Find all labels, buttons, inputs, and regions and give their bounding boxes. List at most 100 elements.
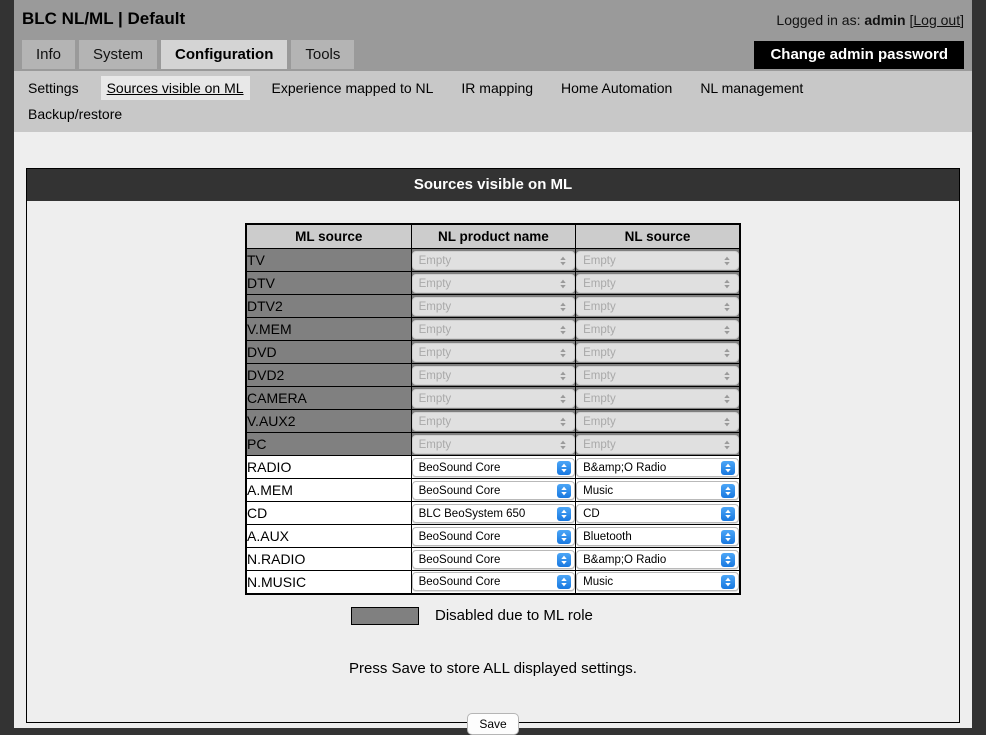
table-row: CD BLC BeoSystem 650 CD bbox=[245, 501, 741, 525]
subtab-nl-management[interactable]: NL management bbox=[694, 76, 809, 100]
save-button-wrap: Save bbox=[27, 712, 959, 735]
table-row: A.AUX BeoSound Core Bluetooth bbox=[245, 524, 741, 548]
nl-product-select-v-mem-value: Empty bbox=[418, 323, 452, 336]
nl-product-select-v-aux2-value: Empty bbox=[418, 415, 452, 428]
app-window: BLC NL/ML | Default Logged in as: admin … bbox=[14, 0, 972, 735]
subtab-home-automation[interactable]: Home Automation bbox=[555, 76, 678, 100]
cell-nl-product-name: Empty bbox=[410, 340, 577, 364]
chevron-updown-icon bbox=[557, 529, 572, 544]
nl-source-select-camera: Empty bbox=[576, 388, 739, 408]
nl-source-select-v-aux2-value: Empty bbox=[583, 415, 616, 428]
logout-link[interactable]: Log out bbox=[913, 12, 960, 28]
nl-product-select-a-aux-value: BeoSound Core bbox=[418, 530, 501, 543]
subtab-backup-restore[interactable]: Backup/restore bbox=[22, 102, 948, 126]
nl-source-select-pc: Empty bbox=[576, 434, 739, 454]
table-row: N.RADIO BeoSound Core B&amp;O Radio bbox=[245, 547, 741, 571]
cell-nl-source: Empty bbox=[575, 432, 741, 456]
subtab-experience-mapped-to-nl[interactable]: Experience mapped to NL bbox=[266, 76, 440, 100]
subtab-sources-visible-on-ml[interactable]: Sources visible on ML bbox=[100, 76, 250, 100]
legend-label: Disabled due to ML role bbox=[435, 607, 593, 624]
legend-swatch-disabled bbox=[351, 606, 419, 625]
nl-product-select-n-radio[interactable]: BeoSound Core bbox=[411, 549, 576, 569]
save-button[interactable]: Save bbox=[467, 712, 519, 735]
nl-source-select-radio[interactable]: B&amp;O Radio bbox=[576, 457, 739, 477]
chevron-updown-icon bbox=[721, 529, 735, 544]
cell-nl-product-name: BeoSound Core bbox=[410, 524, 577, 548]
nl-product-select-radio-value: BeoSound Core bbox=[418, 461, 501, 474]
tab-system[interactable]: System bbox=[79, 40, 158, 69]
cell-nl-product-name: Empty bbox=[410, 271, 577, 295]
table-row: N.MUSIC BeoSound Core Music bbox=[245, 570, 741, 594]
cell-nl-product-name: BeoSound Core bbox=[410, 455, 577, 479]
nl-source-select-dtv-value: Empty bbox=[583, 277, 616, 290]
cell-ml-source: PC bbox=[245, 432, 412, 456]
tab-info[interactable]: Info bbox=[22, 40, 76, 69]
chevron-updown-icon bbox=[556, 254, 570, 268]
chevron-updown-icon bbox=[557, 552, 572, 567]
cell-ml-source: A.MEM bbox=[245, 478, 412, 502]
cell-nl-source: Empty bbox=[575, 271, 741, 295]
nl-source-select-dtv2-value: Empty bbox=[583, 300, 616, 313]
app-header: BLC NL/ML | Default Logged in as: admin … bbox=[14, 0, 972, 40]
nl-product-select-a-aux[interactable]: BeoSound Core bbox=[411, 526, 576, 546]
nl-source-select-n-radio[interactable]: B&amp;O Radio bbox=[576, 549, 739, 569]
chevron-updown-icon bbox=[556, 300, 570, 314]
nl-product-select-n-radio-value: BeoSound Core bbox=[418, 553, 501, 566]
nl-source-select-cd-value: CD bbox=[583, 507, 600, 520]
nl-product-select-a-mem[interactable]: BeoSound Core bbox=[411, 480, 576, 500]
table-body: TV Empty Empty DTV Empty Empty DTV2 Empty Empty V… bbox=[245, 248, 741, 594]
cell-nl-source: Empty bbox=[575, 409, 741, 433]
nl-product-select-dvd: Empty bbox=[411, 342, 576, 362]
tab-tools[interactable]: Tools bbox=[291, 40, 355, 69]
cell-nl-source: Empty bbox=[575, 363, 741, 387]
tab-configuration[interactable]: Configuration bbox=[161, 40, 288, 69]
table-row: DVD2 Empty Empty bbox=[245, 363, 741, 387]
nl-source-select-a-mem-value: Music bbox=[583, 484, 614, 497]
chevron-updown-icon bbox=[720, 438, 734, 452]
chevron-updown-icon bbox=[720, 415, 734, 429]
cell-nl-source: CD bbox=[575, 501, 741, 525]
cell-nl-source: B&amp;O Radio bbox=[575, 547, 741, 571]
cell-nl-product-name: Empty bbox=[410, 248, 577, 272]
cell-ml-source: N.RADIO bbox=[245, 547, 412, 571]
nl-product-select-n-music[interactable]: BeoSound Core bbox=[411, 572, 576, 592]
nl-product-select-v-aux2: Empty bbox=[411, 411, 576, 431]
column-header-nl-source: NL source bbox=[575, 223, 741, 249]
table-row: A.MEM BeoSound Core Music bbox=[245, 478, 741, 502]
nl-product-select-cd[interactable]: BLC BeoSystem 650 bbox=[411, 503, 576, 523]
nl-product-select-dvd2: Empty bbox=[411, 365, 576, 385]
nl-product-select-a-mem-value: BeoSound Core bbox=[418, 484, 501, 497]
nl-product-select-tv-value: Empty bbox=[418, 254, 452, 267]
nl-source-select-n-radio-value: B&amp;O Radio bbox=[583, 553, 667, 566]
cell-ml-source: V.AUX2 bbox=[245, 409, 412, 433]
chevron-updown-icon bbox=[721, 483, 735, 498]
nl-source-select-cd[interactable]: CD bbox=[576, 503, 739, 523]
nl-product-select-radio[interactable]: BeoSound Core bbox=[411, 457, 576, 477]
chevron-updown-icon bbox=[556, 369, 570, 383]
cell-ml-source: TV bbox=[245, 248, 412, 272]
cell-nl-source: Empty bbox=[575, 386, 741, 410]
nl-source-select-dvd: Empty bbox=[576, 342, 739, 362]
chevron-updown-icon bbox=[721, 575, 735, 590]
subtab-ir-mapping[interactable]: IR mapping bbox=[455, 76, 539, 100]
change-admin-password-button[interactable]: Change admin password bbox=[754, 41, 964, 69]
nl-source-select-dvd2: Empty bbox=[576, 365, 739, 385]
sources-panel: Sources visible on ML ML source NL produ… bbox=[26, 168, 960, 735]
legend: Disabled due to ML role bbox=[245, 606, 741, 625]
chevron-updown-icon bbox=[556, 415, 570, 429]
nl-source-select-tv: Empty bbox=[576, 250, 739, 270]
nl-source-select-n-music[interactable]: Music bbox=[576, 572, 739, 592]
table-row: V.MEM Empty Empty bbox=[245, 317, 741, 341]
subtab-settings[interactable]: Settings bbox=[22, 76, 85, 100]
nl-product-select-tv: Empty bbox=[411, 250, 576, 270]
nl-product-select-dtv: Empty bbox=[411, 273, 576, 293]
content-gap bbox=[14, 132, 972, 168]
nl-source-select-v-mem-value: Empty bbox=[583, 323, 616, 336]
cell-ml-source: CD bbox=[245, 501, 412, 525]
nl-source-select-a-mem[interactable]: Music bbox=[576, 480, 739, 500]
sub-tab-bar: Settings Sources visible on ML Experience … bbox=[14, 71, 972, 132]
chevron-updown-icon bbox=[556, 277, 570, 291]
table-row: DVD Empty Empty bbox=[245, 340, 741, 364]
nl-source-select-a-aux[interactable]: Bluetooth bbox=[576, 526, 739, 546]
cell-ml-source: DTV2 bbox=[245, 294, 412, 318]
